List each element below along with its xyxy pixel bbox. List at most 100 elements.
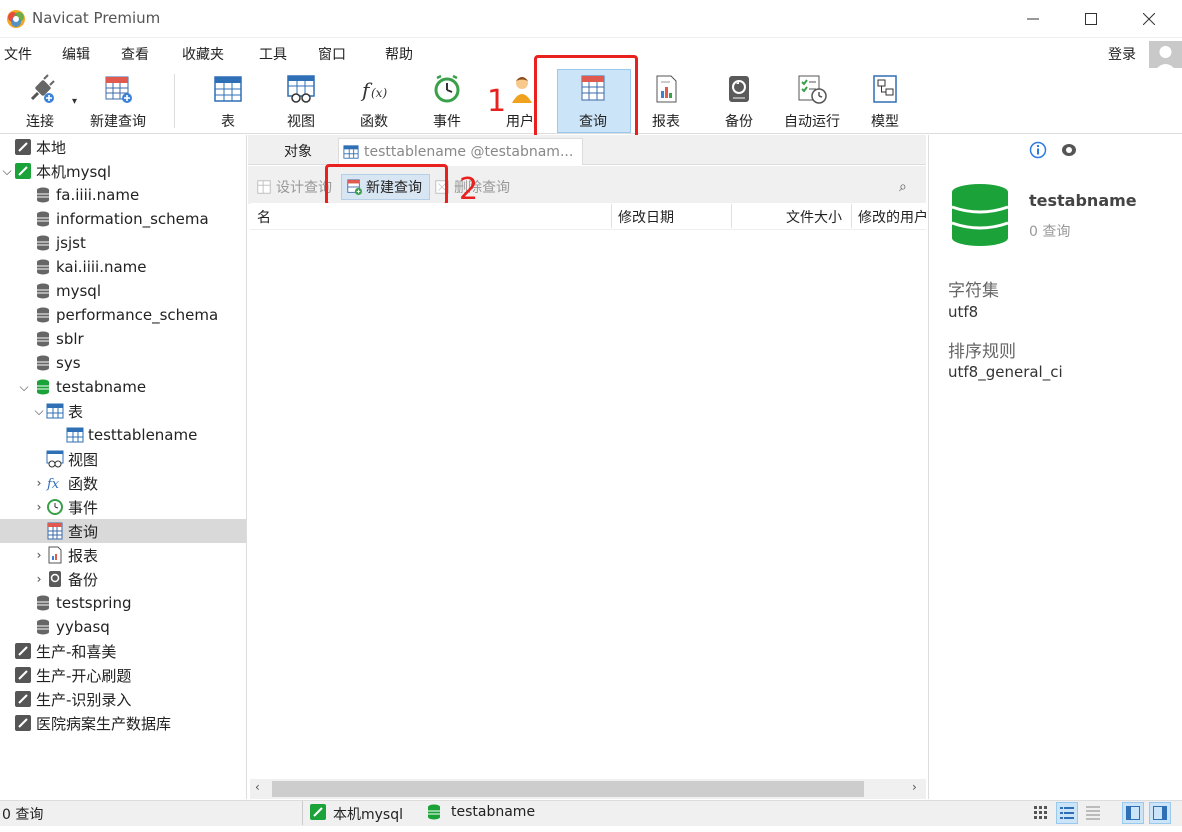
tree-tables-group[interactable]: ⌵ 表	[0, 399, 246, 423]
tree-db[interactable]: yybasq	[0, 615, 246, 639]
view-label: 视图	[287, 114, 315, 130]
left-panel-icon	[1126, 806, 1140, 820]
connect-dropdown-icon[interactable]: ▾	[72, 96, 77, 107]
tree-connection-mysql[interactable]: ⌵ 本机mysql	[0, 159, 246, 183]
chevron-right-icon[interactable]: ›	[32, 500, 46, 514]
menu-edit[interactable]: 编辑	[62, 44, 90, 64]
model-icon	[873, 75, 897, 103]
chevron-down-icon[interactable]: ⌵	[32, 404, 46, 419]
tree-backups-group[interactable]: › 备份	[0, 567, 246, 591]
design-query-button[interactable]: 设计查询	[256, 174, 332, 200]
column-size[interactable]: 文件大小	[786, 207, 842, 227]
column-divider[interactable]	[611, 204, 612, 228]
maximize-icon	[1085, 13, 1097, 25]
tree-connection[interactable]: 医院病案生产数据库	[0, 711, 246, 735]
grid-view-button[interactable]	[1030, 802, 1052, 824]
list-view-button[interactable]	[1056, 802, 1078, 824]
tree-db[interactable]: sys	[0, 351, 246, 375]
database-icon	[37, 619, 49, 635]
tab-query-object[interactable]: testtablename @testabnam...	[338, 138, 583, 165]
connection-icon	[15, 715, 31, 731]
menu-favorites[interactable]: 收藏夹	[182, 44, 224, 64]
table-button[interactable]: 表	[205, 70, 251, 132]
toggle-right-panel-button[interactable]	[1149, 802, 1171, 824]
menu-view[interactable]: 查看	[121, 44, 149, 64]
tree-label: 本机mysql	[36, 162, 111, 181]
tree-db[interactable]: performance_schema	[0, 303, 246, 327]
svg-text:(x): (x)	[371, 86, 387, 100]
tree-db-open[interactable]: ⌵ testabname	[0, 375, 246, 399]
detail-view-button[interactable]	[1082, 802, 1104, 824]
new-query-button[interactable]: 新建查询	[86, 70, 150, 132]
tree-table-item[interactable]: testtablename	[0, 423, 246, 447]
tree-reports-group[interactable]: › 报表	[0, 543, 246, 567]
column-divider[interactable]	[731, 204, 732, 228]
maximize-button[interactable]	[1062, 0, 1120, 38]
chevron-down-icon[interactable]: ⌵	[0, 164, 14, 179]
tree-db[interactable]: mysql	[0, 279, 246, 303]
chevron-down-icon[interactable]: ⌵	[14, 380, 34, 395]
svg-text:fx: fx	[46, 477, 60, 492]
tree-db[interactable]: jsjst	[0, 231, 246, 255]
minimize-button[interactable]	[1004, 0, 1062, 38]
tree-label: 生产-开心刷题	[36, 666, 132, 685]
connection-icon	[15, 691, 31, 707]
login-button[interactable]: 登录	[1108, 44, 1136, 64]
tree-events-group[interactable]: › 事件	[0, 495, 246, 519]
automation-button[interactable]: 自动运行	[779, 70, 845, 132]
chevron-right-icon[interactable]: ›	[32, 572, 46, 586]
tree-db[interactable]: sblr	[0, 327, 246, 351]
menu-window[interactable]: 窗口	[318, 44, 346, 64]
tree-label: 表	[68, 402, 84, 421]
eye-icon[interactable]	[1060, 141, 1078, 159]
search-icon[interactable]: ⌕	[899, 179, 907, 195]
scrollbar-thumb[interactable]	[272, 781, 864, 797]
report-button[interactable]: 报表	[643, 70, 689, 132]
scroll-left-icon[interactable]: ‹	[255, 780, 260, 794]
column-user[interactable]: 修改的用户	[858, 207, 926, 227]
user-icon	[512, 77, 532, 103]
clock-icon	[434, 74, 460, 103]
backup-button[interactable]: 备份	[716, 70, 762, 132]
table-icon	[46, 403, 64, 419]
tree-queries-group[interactable]: 查询	[0, 519, 246, 543]
tree-db[interactable]: kai.iiii.name	[0, 255, 246, 279]
view-button[interactable]: 视图	[278, 70, 324, 132]
scroll-right-icon[interactable]: ›	[912, 780, 917, 794]
chevron-right-icon[interactable]: ›	[32, 476, 46, 490]
tree-db[interactable]: testspring	[0, 591, 246, 615]
report-icon	[656, 75, 677, 103]
tree-connection-local[interactable]: 本地	[0, 135, 246, 159]
close-button[interactable]	[1120, 0, 1178, 38]
column-divider[interactable]	[851, 204, 852, 228]
column-modified[interactable]: 修改日期	[618, 207, 674, 227]
connect-button[interactable]: 连接	[14, 70, 66, 132]
detail-view-icon	[1086, 806, 1100, 820]
tree-connection[interactable]: 生产-开心刷题	[0, 663, 246, 687]
function-button[interactable]: f (x) 函数	[351, 70, 397, 132]
tree-connection[interactable]: 生产-识别录入	[0, 687, 246, 711]
tree-db[interactable]: information_schema	[0, 207, 246, 231]
info-db-name: testabname	[1029, 191, 1137, 210]
tree-label: information_schema	[56, 210, 209, 228]
info-icon[interactable]	[1029, 141, 1047, 159]
event-button[interactable]: 事件	[424, 70, 470, 132]
info-charset-label: 字符集	[948, 281, 999, 301]
tree-connection[interactable]: 生产-和喜美	[0, 639, 246, 663]
tree-db[interactable]: fa.iiii.name	[0, 183, 246, 207]
database-icon	[37, 235, 49, 251]
column-name[interactable]: 名	[257, 207, 271, 227]
tab-objects[interactable]: 对象	[260, 138, 336, 164]
menu-tools[interactable]: 工具	[259, 44, 287, 64]
menu-file[interactable]: 文件	[4, 44, 32, 64]
tree-label: mysql	[56, 282, 101, 300]
tree-functions-group[interactable]: › fx 函数	[0, 471, 246, 495]
model-button[interactable]: 模型	[862, 70, 908, 132]
tree-label: performance_schema	[56, 306, 219, 324]
tree-views-group[interactable]: 视图	[0, 447, 246, 471]
object-list[interactable]	[250, 230, 926, 778]
chevron-right-icon[interactable]: ›	[32, 548, 46, 562]
menu-help[interactable]: 帮助	[385, 44, 413, 64]
toggle-left-panel-button[interactable]	[1122, 802, 1144, 824]
status-count: 0 查询	[2, 807, 44, 823]
